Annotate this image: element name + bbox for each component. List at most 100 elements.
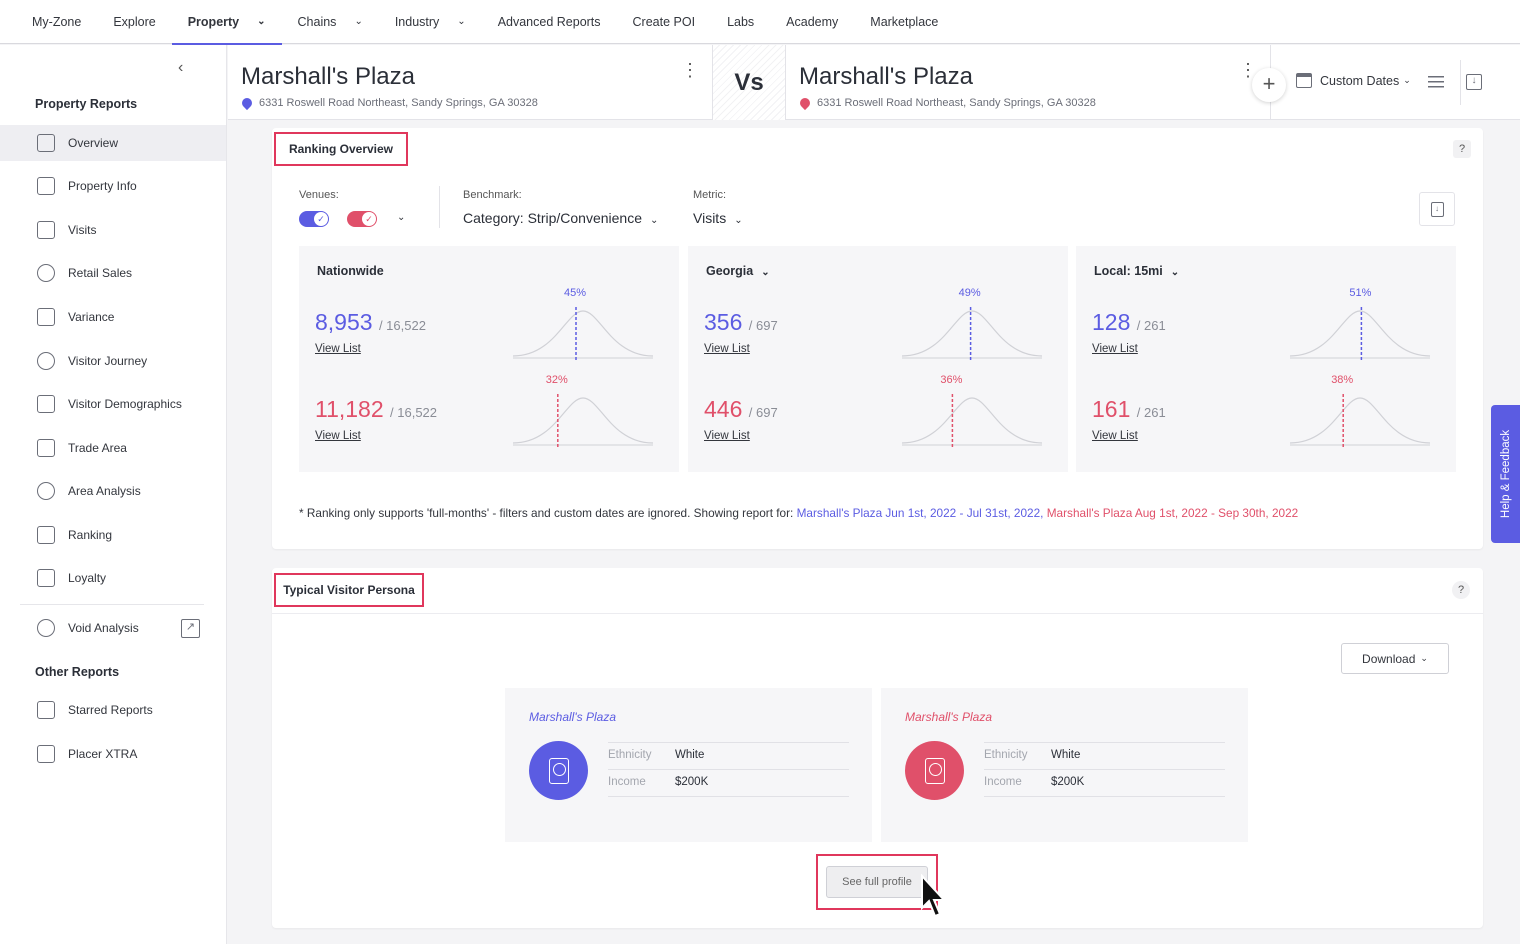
distribution-curve bbox=[1290, 394, 1430, 447]
distribution-curve bbox=[902, 394, 1042, 447]
trade-area-icon bbox=[37, 439, 55, 457]
nav-chains[interactable]: Chains ⌄ bbox=[282, 0, 379, 44]
view-list-link[interactable]: View List bbox=[704, 343, 750, 355]
sidebar-item-placer-xtra[interactable]: Placer XTRA bbox=[0, 736, 226, 772]
mouse-cursor-icon bbox=[921, 874, 947, 918]
sidebar-item-variance[interactable]: Variance bbox=[0, 299, 226, 335]
chevron-down-icon: ⌄ bbox=[1170, 267, 1180, 278]
ethnicity-value: White bbox=[1051, 749, 1081, 761]
sidebar-item-trade-area[interactable]: Trade Area bbox=[0, 430, 226, 466]
nav-academy[interactable]: Academy bbox=[770, 0, 854, 44]
view-list-link[interactable]: View List bbox=[315, 430, 361, 442]
panel-title[interactable]: Georgia ⌄ bbox=[706, 264, 770, 278]
venue-b-toggle[interactable] bbox=[347, 211, 377, 227]
other-reports-heading: Other Reports bbox=[35, 665, 120, 679]
distribution-curve bbox=[513, 307, 653, 360]
filter-settings-icon[interactable] bbox=[1428, 74, 1444, 90]
ranking-icon bbox=[37, 526, 55, 544]
ranking-panel: Georgia ⌄ 356 / 697 View List 49% 446 / 697 Vi… bbox=[688, 246, 1068, 472]
help-icon[interactable]: ? bbox=[1452, 581, 1470, 599]
sidebar-item-visits[interactable]: Visits bbox=[0, 212, 226, 248]
venue-b-address: 6331 Roswell Road Northeast, Sandy Sprin… bbox=[797, 95, 1096, 111]
help-feedback-tab[interactable]: Help & Feedback bbox=[1491, 405, 1520, 543]
nav-labs[interactable]: Labs bbox=[711, 0, 770, 44]
add-venue-button[interactable]: + bbox=[1252, 68, 1286, 102]
venue-a-name: Marshall's Plaza bbox=[241, 63, 415, 90]
ethnicity-value: White bbox=[675, 749, 705, 761]
header-divider bbox=[1460, 60, 1461, 105]
venue-a-header[interactable]: Marshall's Plaza 6331 Roswell Road North… bbox=[228, 45, 712, 120]
sidebar-item-overview[interactable]: Overview bbox=[0, 125, 226, 161]
income-value: $200K bbox=[675, 776, 709, 788]
view-list-link[interactable]: View List bbox=[1092, 343, 1138, 355]
sidebar-item-visitor-journey[interactable]: Visitor Journey bbox=[0, 343, 226, 379]
sidebar-item-area-analysis[interactable]: Area Analysis bbox=[0, 473, 226, 509]
nav-explore[interactable]: Explore bbox=[97, 0, 171, 44]
download-button[interactable]: Download ⌄ bbox=[1341, 643, 1449, 674]
benchmark-select[interactable]: Category: Strip/Convenience ⌄ bbox=[463, 210, 658, 226]
see-full-profile-button[interactable]: See full profile bbox=[826, 866, 928, 898]
chevron-down-icon[interactable]: ⌄ bbox=[397, 212, 405, 223]
distribution-curve bbox=[902, 307, 1042, 360]
help-icon[interactable]: ? bbox=[1453, 140, 1471, 158]
sidebar-item-property-info[interactable]: Property Info bbox=[0, 168, 226, 204]
ranking-overview-title: Ranking Overview bbox=[274, 132, 408, 166]
distribution-curve bbox=[1290, 307, 1430, 360]
venue-a-toggle[interactable] bbox=[299, 211, 329, 227]
property-reports-heading: Property Reports bbox=[35, 97, 138, 111]
venue-b-header[interactable]: Marshall's Plaza 6331 Roswell Road North… bbox=[786, 45, 1270, 120]
visits-icon bbox=[37, 221, 55, 239]
venue-b-menu-icon[interactable]: ⋮ bbox=[1239, 61, 1257, 79]
venue-a-address: 6331 Roswell Road Northeast, Sandy Sprin… bbox=[239, 95, 538, 111]
collapse-sidebar-icon[interactable]: ‹ bbox=[178, 59, 183, 77]
compare-header: Marshall's Plaza 6331 Roswell Road North… bbox=[228, 45, 1520, 120]
nav-my-zone[interactable]: My-Zone bbox=[16, 0, 97, 44]
export-icon[interactable]: ↓ bbox=[1466, 74, 1482, 90]
nav-create-poi[interactable]: Create POI bbox=[617, 0, 712, 44]
nav-advanced-reports[interactable]: Advanced Reports bbox=[482, 0, 617, 44]
benchmark-label: Benchmark: bbox=[463, 189, 522, 201]
chevron-down-icon: ⌄ bbox=[761, 267, 770, 278]
percentile-label: 49% bbox=[958, 287, 981, 299]
percentile-label: 51% bbox=[1349, 287, 1372, 299]
percentile-label: 45% bbox=[564, 287, 587, 299]
chevron-down-icon: ⌄ bbox=[354, 16, 363, 27]
percentile-label: 36% bbox=[940, 374, 963, 386]
building-icon bbox=[37, 177, 55, 195]
sidebar-item-ranking[interactable]: Ranking bbox=[0, 517, 226, 553]
persona-avatar-icon bbox=[529, 741, 588, 800]
sidebar: ‹ Property Reports Overview Property Inf… bbox=[0, 45, 227, 944]
controls-divider bbox=[439, 186, 440, 228]
view-list-link[interactable]: View List bbox=[704, 430, 750, 442]
view-list-link[interactable]: View List bbox=[315, 343, 361, 355]
area-analysis-icon bbox=[37, 482, 55, 500]
nav-marketplace[interactable]: Marketplace bbox=[854, 0, 954, 44]
percentile-label: 32% bbox=[545, 374, 568, 386]
panel-title: Nationwide bbox=[317, 264, 384, 278]
view-list-link[interactable]: View List bbox=[1092, 430, 1138, 442]
sidebar-item-visitor-demographics[interactable]: Visitor Demographics bbox=[0, 386, 226, 422]
rank-value: 446 / 697 bbox=[704, 396, 778, 422]
chevron-down-icon: ⌄ bbox=[257, 16, 266, 27]
nav-property[interactable]: Property ⌄ bbox=[171, 0, 282, 45]
rank-value: 8,953 / 16,522 bbox=[315, 309, 426, 335]
sidebar-item-retail-sales[interactable]: Retail Sales bbox=[0, 255, 226, 291]
date-picker[interactable]: Custom Dates ⌄ bbox=[1296, 73, 1411, 88]
typical-visitor-persona-title: Typical Visitor Persona bbox=[274, 573, 424, 607]
nav-industry[interactable]: Industry ⌄ bbox=[379, 0, 482, 44]
target-icon bbox=[37, 264, 55, 282]
sidebar-item-loyalty[interactable]: Loyalty bbox=[0, 560, 226, 596]
sidebar-divider bbox=[20, 604, 204, 605]
income-label: Income bbox=[984, 776, 1022, 788]
metric-select[interactable]: Visits ⌄ bbox=[693, 210, 743, 226]
venues-label: Venues: bbox=[299, 189, 339, 201]
external-link-icon[interactable]: ↗ bbox=[181, 619, 200, 638]
venue-a-menu-icon[interactable]: ⋮ bbox=[681, 61, 699, 79]
persona-card-venue-b: Marshall's Plaza Ethnicity White Income … bbox=[881, 688, 1248, 842]
ranking-download-button[interactable]: ↓ bbox=[1419, 192, 1455, 226]
ethnicity-label: Ethnicity bbox=[984, 749, 1028, 761]
placer-xtra-icon bbox=[37, 745, 55, 763]
sidebar-item-starred-reports[interactable]: Starred Reports bbox=[0, 692, 226, 728]
calendar-icon bbox=[1296, 73, 1312, 88]
panel-title[interactable]: Local: 15mi ⌄ bbox=[1094, 264, 1179, 278]
